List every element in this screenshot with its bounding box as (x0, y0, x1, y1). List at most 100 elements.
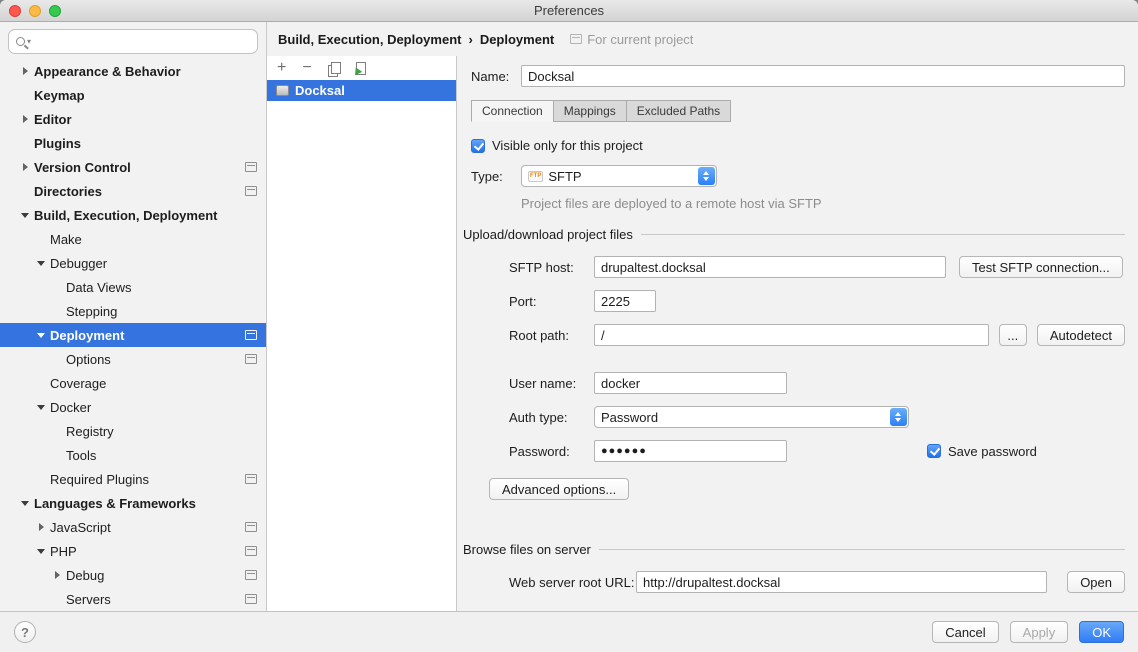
sidebar-item-editor[interactable]: Editor (0, 107, 266, 131)
current-project-icon (245, 330, 257, 340)
auth-type-dropdown[interactable]: Password (594, 406, 909, 428)
sidebar-item-deployment[interactable]: Deployment (0, 323, 266, 347)
tab-connection[interactable]: Connection (471, 100, 554, 122)
name-input[interactable] (521, 65, 1125, 87)
expand-arrow-icon[interactable] (34, 261, 48, 266)
password-row: Password: Save password (509, 440, 1125, 462)
sidebar-item-languages-frameworks[interactable]: Languages & Frameworks (0, 491, 266, 515)
sidebar-item-options[interactable]: Options (0, 347, 266, 371)
sidebar-item-directories[interactable]: Directories (0, 179, 266, 203)
server-list: Docksal (267, 80, 456, 611)
import-server-button[interactable] (356, 62, 366, 75)
sidebar-item-data-views[interactable]: Data Views (0, 275, 266, 299)
breadcrumb-section: Build, Execution, Deployment (278, 32, 461, 47)
sidebar-item-stepping[interactable]: Stepping (0, 299, 266, 323)
root-path-input[interactable] (594, 324, 989, 346)
sidebar-item-required-plugins[interactable]: Required Plugins (0, 467, 266, 491)
advanced-options-button[interactable]: Advanced options... (489, 478, 629, 500)
password-input[interactable] (594, 440, 787, 462)
sidebar-item-servers[interactable]: Servers (0, 587, 266, 611)
add-server-button[interactable]: + (277, 60, 286, 76)
cancel-button[interactable]: Cancel (932, 621, 998, 643)
save-password-label: Save password (948, 444, 1037, 459)
sidebar-item-appearance-behavior[interactable]: Appearance & Behavior (0, 59, 266, 83)
collapse-arrow-icon[interactable] (34, 523, 48, 531)
collapse-arrow-icon[interactable] (18, 163, 32, 171)
breadcrumb-page: Deployment (480, 32, 554, 47)
server-list-item-docksal[interactable]: Docksal (267, 80, 456, 101)
test-sftp-connection-button[interactable]: Test SFTP connection... (959, 256, 1123, 278)
type-label: Type: (471, 169, 521, 184)
browse-root-path-button[interactable]: ... (999, 324, 1027, 346)
sidebar-item-coverage[interactable]: Coverage (0, 371, 266, 395)
open-button[interactable]: Open (1067, 571, 1125, 593)
apply-button[interactable]: Apply (1010, 621, 1069, 643)
type-help-text: Project files are deployed to a remote h… (521, 196, 1125, 211)
ok-button[interactable]: OK (1079, 621, 1124, 643)
visible-only-checkbox[interactable] (471, 139, 485, 153)
type-dropdown[interactable]: FTP SFTP (521, 165, 717, 187)
help-button[interactable]: ? (14, 621, 36, 643)
current-project-icon (245, 522, 257, 532)
zoom-window-button[interactable] (49, 5, 61, 17)
user-name-input[interactable] (594, 372, 787, 394)
tab-mappings[interactable]: Mappings (553, 100, 627, 122)
sidebar-item-javascript[interactable]: JavaScript (0, 515, 266, 539)
search-options-chevron-icon[interactable]: ▾ (27, 37, 31, 46)
search-input[interactable] (35, 34, 250, 49)
current-project-icon (570, 34, 582, 44)
sftp-type-icon: FTP (528, 171, 543, 182)
sidebar-item-keymap[interactable]: Keymap (0, 83, 266, 107)
collapse-arrow-icon[interactable] (50, 571, 64, 579)
collapse-arrow-icon[interactable] (18, 115, 32, 123)
sftp-host-input[interactable] (594, 256, 946, 278)
sidebar-item-make[interactable]: Make (0, 227, 266, 251)
name-label: Name: (471, 69, 521, 84)
save-password-checkbox[interactable] (927, 444, 941, 458)
autodetect-button[interactable]: Autodetect (1037, 324, 1125, 346)
sidebar-item-debugger[interactable]: Debugger (0, 251, 266, 275)
port-input[interactable] (594, 290, 656, 312)
expand-arrow-icon[interactable] (18, 213, 32, 218)
copy-icon (328, 62, 340, 75)
sidebar-item-tools[interactable]: Tools (0, 443, 266, 467)
web-root-input[interactable] (636, 571, 1047, 593)
dropdown-arrows-icon (890, 408, 907, 426)
sidebar-item-debug[interactable]: Debug (0, 563, 266, 587)
web-root-row: Web server root URL: Open (509, 571, 1125, 593)
upload-section-header: Upload/download project files (463, 227, 1125, 242)
expand-arrow-icon[interactable] (34, 405, 48, 410)
current-project-icon (245, 186, 257, 196)
collapse-arrow-icon[interactable] (18, 67, 32, 75)
expand-arrow-icon[interactable] (34, 333, 48, 338)
config-tabs: Connection Mappings Excluded Paths (471, 100, 1125, 122)
root-path-label: Root path: (509, 328, 594, 343)
minimize-window-button[interactable] (29, 5, 41, 17)
remove-server-button[interactable]: − (302, 60, 311, 76)
port-label: Port: (509, 294, 594, 309)
password-label: Password: (509, 444, 594, 459)
upload-section-title: Upload/download project files (463, 227, 633, 242)
current-project-icon (245, 570, 257, 580)
footer-bar: ? Cancel Apply OK (0, 611, 1138, 652)
expand-arrow-icon[interactable] (34, 549, 48, 554)
traffic-lights (9, 5, 61, 17)
settings-tree: Appearance & Behavior Keymap Editor Plug… (0, 59, 266, 611)
settings-search-box[interactable]: ▾ (8, 29, 258, 54)
name-row: Name: (471, 65, 1125, 87)
sidebar-item-php[interactable]: PHP (0, 539, 266, 563)
close-window-button[interactable] (9, 5, 21, 17)
servers-panel: + − Docksal (267, 56, 457, 611)
advanced-options-row: Advanced options... (489, 478, 1125, 500)
settings-sidebar: ▾ Appearance & Behavior Keymap Editor Pl… (0, 22, 267, 611)
sidebar-item-version-control[interactable]: Version Control (0, 155, 266, 179)
sidebar-item-registry[interactable]: Registry (0, 419, 266, 443)
sidebar-item-build-execution-deployment[interactable]: Build, Execution, Deployment (0, 203, 266, 227)
sidebar-item-plugins[interactable]: Plugins (0, 131, 266, 155)
user-name-label: User name: (509, 376, 594, 391)
sidebar-item-docker[interactable]: Docker (0, 395, 266, 419)
tab-excluded-paths[interactable]: Excluded Paths (626, 100, 731, 122)
port-row: Port: (509, 290, 1125, 312)
expand-arrow-icon[interactable] (18, 501, 32, 506)
copy-server-button[interactable] (328, 62, 340, 75)
